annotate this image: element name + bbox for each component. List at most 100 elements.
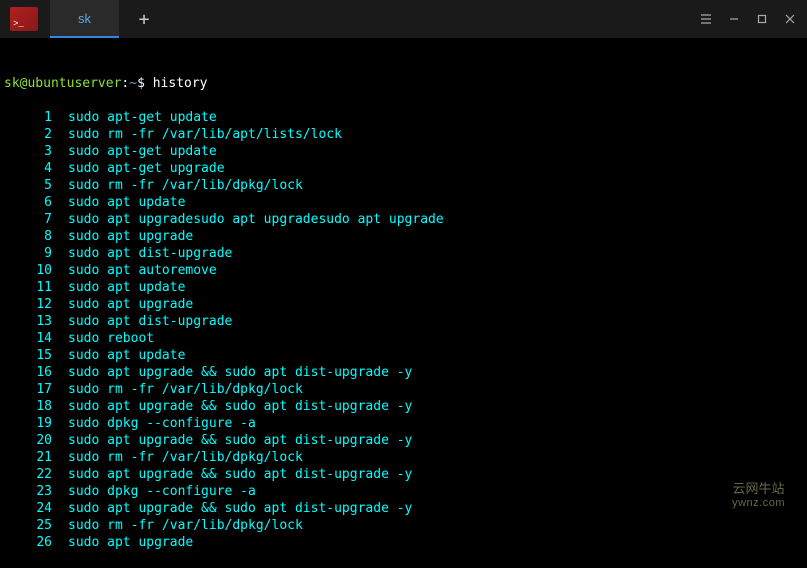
history-command: sudo rm -fr /var/lib/dpkg/lock <box>68 517 303 534</box>
history-command: sudo apt update <box>68 347 185 364</box>
history-command: sudo rm -fr /var/lib/dpkg/lock <box>68 177 303 194</box>
minimize-button[interactable] <box>721 6 747 32</box>
history-list: 1 sudo apt-get update 2 sudo rm -fr /var/li… <box>4 109 807 551</box>
history-entry: 14 sudo reboot <box>4 330 807 347</box>
history-number: 12 <box>4 296 52 313</box>
history-entry: 25 sudo rm -fr /var/lib/dpkg/lock <box>4 517 807 534</box>
history-command: sudo apt upgrade <box>68 534 193 551</box>
history-entry: 20 sudo apt upgrade && sudo apt dist-upgr… <box>4 432 807 449</box>
titlebar: >_ sk + <box>0 0 807 38</box>
history-entry: 18 sudo apt upgrade && sudo apt dist-upgr… <box>4 398 807 415</box>
history-number: 5 <box>4 177 52 194</box>
history-entry: 17 sudo rm -fr /var/lib/dpkg/lock <box>4 381 807 398</box>
history-number: 13 <box>4 313 52 330</box>
history-number: 22 <box>4 466 52 483</box>
close-icon <box>785 14 795 24</box>
window-controls <box>693 0 803 38</box>
prompt-line: sk@ubuntuserver:~$ history <box>4 75 807 92</box>
hamburger-icon <box>700 14 712 24</box>
history-command: sudo dpkg --configure -a <box>68 483 256 500</box>
prompt-dollar: $ <box>137 76 145 91</box>
plus-icon: + <box>139 9 150 30</box>
history-command: sudo apt dist-upgrade <box>68 313 232 330</box>
history-command: sudo apt update <box>68 279 185 296</box>
history-number: 6 <box>4 194 52 211</box>
history-command: sudo apt upgrade && sudo apt dist-upgrad… <box>68 466 412 483</box>
watermark: 云网牛站 ywnz.com <box>732 481 785 511</box>
maximize-icon <box>757 14 767 24</box>
history-number: 4 <box>4 160 52 177</box>
history-entry: 16 sudo apt upgrade && sudo apt dist-upgr… <box>4 364 807 381</box>
history-number: 11 <box>4 279 52 296</box>
history-number: 3 <box>4 143 52 160</box>
history-entry: 26 sudo apt upgrade <box>4 534 807 551</box>
history-command: sudo apt upgrade && sudo apt dist-upgrad… <box>68 432 412 449</box>
history-entry: 8 sudo apt upgrade <box>4 228 807 245</box>
history-command: sudo rm -fr /var/lib/dpkg/lock <box>68 449 303 466</box>
history-entry: 5 sudo rm -fr /var/lib/dpkg/lock <box>4 177 807 194</box>
history-entry: 24 sudo apt upgrade && sudo apt dist-upgr… <box>4 500 807 517</box>
history-number: 15 <box>4 347 52 364</box>
history-number: 2 <box>4 126 52 143</box>
history-entry: 21 sudo rm -fr /var/lib/dpkg/lock <box>4 449 807 466</box>
history-command: sudo apt update <box>68 194 185 211</box>
history-number: 23 <box>4 483 52 500</box>
history-number: 18 <box>4 398 52 415</box>
history-number: 16 <box>4 364 52 381</box>
history-number: 9 <box>4 245 52 262</box>
history-number: 7 <box>4 211 52 228</box>
history-number: 25 <box>4 517 52 534</box>
menu-button[interactable] <box>693 6 719 32</box>
prompt-user-host: sk@ubuntuserver <box>4 76 121 91</box>
history-number: 14 <box>4 330 52 347</box>
minimize-icon <box>729 14 739 24</box>
history-number: 8 <box>4 228 52 245</box>
history-entry: 12 sudo apt upgrade <box>4 296 807 313</box>
tab-active[interactable]: sk <box>50 0 119 38</box>
history-entry: 11 sudo apt update <box>4 279 807 296</box>
history-number: 17 <box>4 381 52 398</box>
history-number: 24 <box>4 500 52 517</box>
history-entry: 22 sudo apt upgrade && sudo apt dist-upgr… <box>4 466 807 483</box>
history-number: 21 <box>4 449 52 466</box>
history-entry: 15 sudo apt update <box>4 347 807 364</box>
close-button[interactable] <box>777 6 803 32</box>
typed-command: history <box>153 76 208 91</box>
watermark-url: ywnz.com <box>732 496 785 511</box>
history-command: sudo rm -fr /var/lib/dpkg/lock <box>68 381 303 398</box>
history-entry: 1 sudo apt-get update <box>4 109 807 126</box>
history-command: sudo dpkg --configure -a <box>68 415 256 432</box>
maximize-button[interactable] <box>749 6 775 32</box>
history-number: 1 <box>4 109 52 126</box>
watermark-text: 云网牛站 <box>732 481 785 496</box>
tab-label: sk <box>78 11 91 26</box>
history-entry: 4 sudo apt-get upgrade <box>4 160 807 177</box>
history-command: sudo apt-get update <box>68 109 217 126</box>
prompt-path: ~ <box>129 76 137 91</box>
history-entry: 23 sudo dpkg --configure -a <box>4 483 807 500</box>
history-number: 10 <box>4 262 52 279</box>
history-command: sudo apt-get upgrade <box>68 160 225 177</box>
history-command: sudo rm -fr /var/lib/apt/lists/lock <box>68 126 342 143</box>
history-entry: 2 sudo rm -fr /var/lib/apt/lists/lock <box>4 126 807 143</box>
terminal-app-icon: >_ <box>10 7 38 31</box>
history-entry: 9 sudo apt dist-upgrade <box>4 245 807 262</box>
history-command: sudo apt upgrade <box>68 296 193 313</box>
history-command: sudo apt upgrade <box>68 228 193 245</box>
terminal-output[interactable]: sk@ubuntuserver:~$ history 1 sudo apt-get… <box>0 38 807 568</box>
history-command: sudo apt autoremove <box>68 262 217 279</box>
history-command: sudo apt upgrade && sudo apt dist-upgrad… <box>68 398 412 415</box>
history-command: sudo apt upgrade && sudo apt dist-upgrad… <box>68 364 412 381</box>
history-number: 20 <box>4 432 52 449</box>
history-command: sudo reboot <box>68 330 154 347</box>
history-entry: 13 sudo apt dist-upgrade <box>4 313 807 330</box>
new-tab-button[interactable]: + <box>125 0 163 38</box>
history-command: sudo apt upgradesudo apt upgradesudo apt… <box>68 211 444 228</box>
history-entry: 7 sudo apt upgradesudo apt upgradesudo ap… <box>4 211 807 228</box>
history-number: 26 <box>4 534 52 551</box>
history-entry: 6 sudo apt update <box>4 194 807 211</box>
history-number: 19 <box>4 415 52 432</box>
history-command: sudo apt dist-upgrade <box>68 245 232 262</box>
history-entry: 19 sudo dpkg --configure -a <box>4 415 807 432</box>
history-command: sudo apt upgrade && sudo apt dist-upgrad… <box>68 500 412 517</box>
